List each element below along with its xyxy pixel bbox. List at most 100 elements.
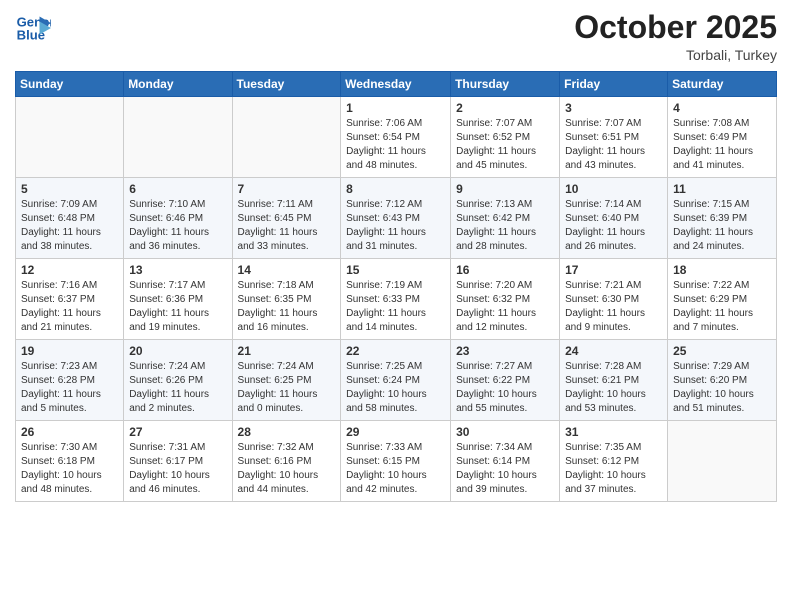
- calendar: Sunday Monday Tuesday Wednesday Thursday…: [15, 71, 777, 502]
- day-info: Sunrise: 7:19 AM Sunset: 6:33 PM Dayligh…: [346, 280, 426, 333]
- day-cell: 11 Sunrise: 7:15 AM Sunset: 6:39 PM Dayli…: [668, 178, 777, 259]
- day-number: 27: [129, 425, 226, 439]
- day-number: 5: [21, 182, 118, 196]
- day-cell: 17 Sunrise: 7:21 AM Sunset: 6:30 PM Dayli…: [560, 259, 668, 340]
- day-cell: 3Sunrise: 7:07 AM Sunset: 6:51 PM Daylig…: [560, 97, 668, 178]
- day-number: 2: [456, 101, 554, 115]
- day-cell: 2 Sunrise: 7:07 AM Sunset: 6:52 PM Daylig…: [451, 97, 560, 178]
- day-number: 17: [565, 263, 662, 277]
- day-info: Sunrise: 7:29 AM Sunset: 6:20 PM Dayligh…: [673, 361, 754, 414]
- day-info: Sunrise: 7:25 AM Sunset: 6:24 PM Dayligh…: [346, 361, 427, 414]
- day-info: Sunrise: 7:33 AM Sunset: 6:15 PM Dayligh…: [346, 442, 427, 495]
- day-info: Sunrise: 7:27 AM Sunset: 6:22 PM Dayligh…: [456, 361, 537, 414]
- day-number: 16: [456, 263, 554, 277]
- day-number: 4: [673, 101, 771, 115]
- day-cell: 15 Sunrise: 7:19 AM Sunset: 6:33 PM Dayli…: [341, 259, 451, 340]
- day-info: Sunrise: 7:12 AM Sunset: 6:43 PM Dayligh…: [346, 199, 426, 252]
- col-sunday: Sunday: [16, 72, 124, 97]
- day-number: 6: [129, 182, 226, 196]
- day-number: 20: [129, 344, 226, 358]
- day-cell: 30 Sunrise: 7:34 AM Sunset: 6:14 PM Dayli…: [451, 421, 560, 502]
- day-number: 25: [673, 344, 771, 358]
- day-info: Sunrise: 7:08 AM Sunset: 6:49 PM Dayligh…: [673, 118, 753, 171]
- day-cell: 27 Sunrise: 7:31 AM Sunset: 6:17 PM Dayli…: [124, 421, 232, 502]
- day-info: Sunrise: 7:20 AM Sunset: 6:32 PM Dayligh…: [456, 280, 536, 333]
- day-cell: 7 Sunrise: 7:11 AM Sunset: 6:45 PM Daylig…: [232, 178, 341, 259]
- month-title: October 2025: [574, 10, 777, 45]
- day-number: 1: [346, 101, 445, 115]
- week-row-2: 5 Sunrise: 7:09 AM Sunset: 6:48 PM Daylig…: [16, 178, 777, 259]
- day-cell: 28 Sunrise: 7:32 AM Sunset: 6:16 PM Dayli…: [232, 421, 341, 502]
- header-row: Sunday Monday Tuesday Wednesday Thursday…: [16, 72, 777, 97]
- day-number: 28: [238, 425, 336, 439]
- day-number: 10: [565, 182, 662, 196]
- day-info: Sunrise: 7:31 AM Sunset: 6:17 PM Dayligh…: [129, 442, 210, 495]
- day-info: Sunrise: 7:28 AM Sunset: 6:21 PM Dayligh…: [565, 361, 646, 414]
- day-cell: 21 Sunrise: 7:24 AM Sunset: 6:25 PM Dayli…: [232, 340, 341, 421]
- day-cell: 1Sunrise: 7:06 AM Sunset: 6:54 PM Daylig…: [341, 97, 451, 178]
- day-info: Sunrise: 7:07 AM Sunset: 6:52 PM Dayligh…: [456, 118, 536, 171]
- location: Torbali, Turkey: [574, 47, 777, 63]
- day-number: 12: [21, 263, 118, 277]
- day-cell: 18Sunrise: 7:22 AM Sunset: 6:29 PM Dayli…: [668, 259, 777, 340]
- day-number: 8: [346, 182, 445, 196]
- day-cell: 23Sunrise: 7:27 AM Sunset: 6:22 PM Dayli…: [451, 340, 560, 421]
- week-row-1: 1Sunrise: 7:06 AM Sunset: 6:54 PM Daylig…: [16, 97, 777, 178]
- day-number: 30: [456, 425, 554, 439]
- day-cell: 9 Sunrise: 7:13 AM Sunset: 6:42 PM Daylig…: [451, 178, 560, 259]
- day-cell: 16 Sunrise: 7:20 AM Sunset: 6:32 PM Dayli…: [451, 259, 560, 340]
- day-info: Sunrise: 7:35 AM Sunset: 6:12 PM Dayligh…: [565, 442, 646, 495]
- day-number: 26: [21, 425, 118, 439]
- col-monday: Monday: [124, 72, 232, 97]
- day-cell: [668, 421, 777, 502]
- day-info: Sunrise: 7:24 AM Sunset: 6:25 PM Dayligh…: [238, 361, 318, 414]
- day-number: 19: [21, 344, 118, 358]
- day-cell: 5 Sunrise: 7:09 AM Sunset: 6:48 PM Daylig…: [16, 178, 124, 259]
- day-info: Sunrise: 7:16 AM Sunset: 6:37 PM Dayligh…: [21, 280, 101, 333]
- day-number: 7: [238, 182, 336, 196]
- day-info: Sunrise: 7:09 AM Sunset: 6:48 PM Dayligh…: [21, 199, 101, 252]
- day-info: Sunrise: 7:14 AM Sunset: 6:40 PM Dayligh…: [565, 199, 645, 252]
- day-info: Sunrise: 7:34 AM Sunset: 6:14 PM Dayligh…: [456, 442, 537, 495]
- day-number: 13: [129, 263, 226, 277]
- day-cell: 26 Sunrise: 7:30 AM Sunset: 6:18 PM Dayli…: [16, 421, 124, 502]
- col-wednesday: Wednesday: [341, 72, 451, 97]
- day-number: 31: [565, 425, 662, 439]
- day-number: 11: [673, 182, 771, 196]
- col-thursday: Thursday: [451, 72, 560, 97]
- day-cell: [232, 97, 341, 178]
- day-number: 24: [565, 344, 662, 358]
- day-number: 21: [238, 344, 336, 358]
- day-cell: 13Sunrise: 7:17 AM Sunset: 6:36 PM Dayli…: [124, 259, 232, 340]
- day-number: 29: [346, 425, 445, 439]
- day-info: Sunrise: 7:11 AM Sunset: 6:45 PM Dayligh…: [238, 199, 318, 252]
- logo: General Blue: [15, 10, 51, 46]
- day-info: Sunrise: 7:32 AM Sunset: 6:16 PM Dayligh…: [238, 442, 319, 495]
- day-info: Sunrise: 7:21 AM Sunset: 6:30 PM Dayligh…: [565, 280, 645, 333]
- header: General Blue October 2025 Torbali, Turke…: [15, 10, 777, 63]
- day-cell: [16, 97, 124, 178]
- day-cell: 24 Sunrise: 7:28 AM Sunset: 6:21 PM Dayli…: [560, 340, 668, 421]
- col-friday: Friday: [560, 72, 668, 97]
- day-number: 18: [673, 263, 771, 277]
- page: General Blue October 2025 Torbali, Turke…: [0, 0, 792, 612]
- day-cell: 4 Sunrise: 7:08 AM Sunset: 6:49 PM Daylig…: [668, 97, 777, 178]
- day-number: 9: [456, 182, 554, 196]
- day-number: 3: [565, 101, 662, 115]
- day-number: 22: [346, 344, 445, 358]
- day-info: Sunrise: 7:15 AM Sunset: 6:39 PM Dayligh…: [673, 199, 753, 252]
- day-cell: 10 Sunrise: 7:14 AM Sunset: 6:40 PM Dayli…: [560, 178, 668, 259]
- day-number: 15: [346, 263, 445, 277]
- day-cell: 29 Sunrise: 7:33 AM Sunset: 6:15 PM Dayli…: [341, 421, 451, 502]
- day-info: Sunrise: 7:10 AM Sunset: 6:46 PM Dayligh…: [129, 199, 209, 252]
- day-info: Sunrise: 7:13 AM Sunset: 6:42 PM Dayligh…: [456, 199, 536, 252]
- day-cell: 25 Sunrise: 7:29 AM Sunset: 6:20 PM Dayli…: [668, 340, 777, 421]
- col-tuesday: Tuesday: [232, 72, 341, 97]
- week-row-5: 26 Sunrise: 7:30 AM Sunset: 6:18 PM Dayli…: [16, 421, 777, 502]
- day-cell: 8 Sunrise: 7:12 AM Sunset: 6:43 PM Daylig…: [341, 178, 451, 259]
- day-cell: 19Sunrise: 7:23 AM Sunset: 6:28 PM Dayli…: [16, 340, 124, 421]
- week-row-3: 12 Sunrise: 7:16 AM Sunset: 6:37 PM Dayli…: [16, 259, 777, 340]
- day-info: Sunrise: 7:24 AM Sunset: 6:26 PM Dayligh…: [129, 361, 209, 414]
- day-cell: 31 Sunrise: 7:35 AM Sunset: 6:12 PM Dayli…: [560, 421, 668, 502]
- day-info: Sunrise: 7:30 AM Sunset: 6:18 PM Dayligh…: [21, 442, 102, 495]
